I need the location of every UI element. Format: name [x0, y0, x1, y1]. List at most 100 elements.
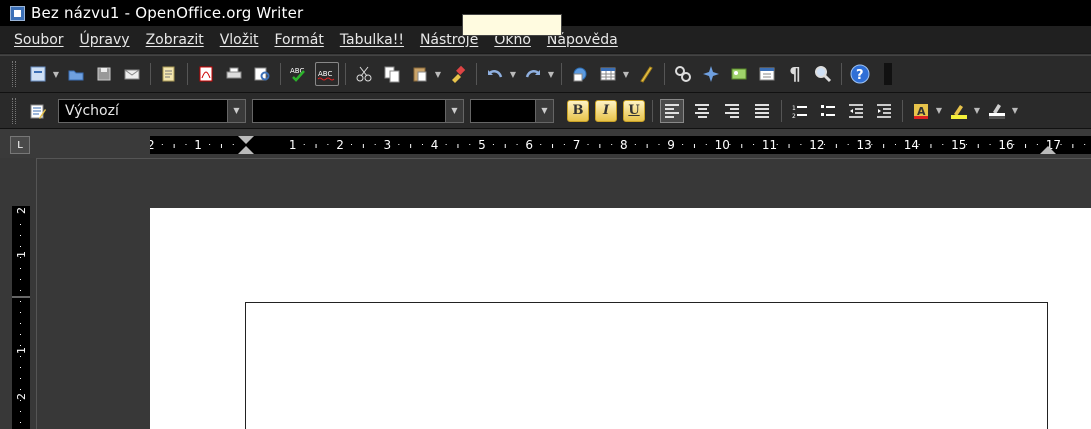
justify-icon: [755, 103, 769, 118]
ruler-tick: [327, 144, 329, 145]
ruler-tick: [788, 144, 790, 148]
ruler-tick-label: 2: [336, 138, 344, 152]
new-document-dropdown-icon[interactable]: ▼: [52, 62, 60, 86]
styles-formatting-icon[interactable]: [26, 99, 50, 123]
ruler-tick-label: 3: [384, 138, 392, 152]
bold-button[interactable]: B: [567, 99, 589, 122]
ruler-tick: [646, 144, 648, 148]
ruler-tick: [351, 144, 353, 145]
toolbar-separator: [781, 99, 782, 122]
writer-app-icon[interactable]: [10, 5, 25, 21]
ruler-tick: [362, 144, 364, 148]
find-replace-icon[interactable]: [671, 62, 695, 86]
paragraph-style-arrow-icon[interactable]: ▼: [227, 99, 245, 122]
menu-tabulka[interactable]: Tabulka!!: [332, 32, 412, 48]
menu-zobrazit[interactable]: Zobrazit: [138, 32, 212, 48]
gallery-icon[interactable]: [727, 62, 751, 86]
ruler-tick: [410, 144, 412, 148]
redo-dropdown-icon[interactable]: ▼: [547, 62, 555, 86]
menu-format[interactable]: Formát: [266, 32, 331, 48]
background-color-dropdown-icon[interactable]: ▼: [1011, 99, 1019, 123]
formatting-marks-icon[interactable]: ¶: [783, 62, 807, 86]
paragraph-style-combo[interactable]: Výchozí ▼: [58, 98, 246, 123]
table-dropdown-icon[interactable]: ▼: [622, 62, 630, 86]
paste-dropdown-icon[interactable]: ▼: [434, 62, 442, 86]
print-icon[interactable]: [222, 62, 246, 86]
navigator-icon[interactable]: [699, 62, 723, 86]
standard-toolbar: ▼ ABC ABC ▼ ▼ ▼ ▼ ¶ ?: [0, 55, 1091, 93]
clone-formatting-icon[interactable]: [446, 62, 470, 86]
edit-file-icon[interactable]: [157, 62, 181, 86]
cut-icon[interactable]: [352, 62, 376, 86]
ruler-tick: [445, 144, 447, 145]
align-left-button[interactable]: [660, 98, 684, 123]
menu-upravy[interactable]: Úpravy: [72, 32, 138, 48]
document-page[interactable]: [150, 208, 1091, 429]
toolbar-grip[interactable]: [12, 97, 16, 124]
align-center-button[interactable]: [690, 99, 714, 123]
font-color-icon[interactable]: A: [909, 99, 933, 123]
font-name-arrow-icon[interactable]: ▼: [445, 99, 463, 122]
menu-soubor[interactable]: Soubor: [6, 32, 72, 48]
tab-stop-selector[interactable]: L: [10, 136, 30, 154]
undo-dropdown-icon[interactable]: ▼: [509, 62, 517, 86]
new-document-icon[interactable]: [26, 62, 50, 86]
text-area-boundary[interactable]: [245, 302, 1048, 429]
ruler-tick: [705, 144, 707, 145]
decrease-indent-icon[interactable]: [844, 99, 868, 123]
undo-icon[interactable]: [483, 62, 507, 86]
email-document-icon[interactable]: [120, 62, 144, 86]
justify-button[interactable]: [750, 99, 774, 123]
print-preview-icon[interactable]: [250, 62, 274, 86]
ruler-tick: [942, 144, 944, 145]
align-right-button[interactable]: [720, 99, 744, 123]
menu-vlozit[interactable]: Vložit: [212, 32, 267, 48]
zoom-icon[interactable]: [811, 62, 835, 86]
ruler-row: L 2 1 1 2 3 4 5 6 7 8 9 10 11 12 13 14 15 16 17: [0, 130, 1091, 158]
vertical-ruler[interactable]: 2 1 1 2: [12, 206, 30, 429]
save-icon[interactable]: [92, 62, 116, 86]
ruler-tick: [20, 224, 21, 225]
ruler-tick: [658, 144, 660, 145]
formatting-toolbar: Výchozí ▼ ▼ ▼ B I U 12 A ▼ ▼ ▼: [0, 93, 1091, 129]
copy-icon[interactable]: [380, 62, 404, 86]
increase-indent-icon[interactable]: [872, 99, 896, 123]
highlighting-icon[interactable]: [947, 99, 971, 123]
ruler-tick: [20, 334, 21, 335]
numbering-on-off-icon[interactable]: 12: [788, 99, 812, 123]
italic-button[interactable]: I: [595, 99, 617, 122]
table-icon[interactable]: [596, 62, 620, 86]
font-name-combo[interactable]: ▼: [252, 98, 464, 123]
toolbar-separator: [345, 63, 346, 85]
highlighting-dropdown-icon[interactable]: ▼: [973, 99, 981, 123]
ruler-tick-label: 1: [15, 251, 28, 258]
hyperlink-icon[interactable]: [568, 62, 592, 86]
paste-icon[interactable]: [408, 62, 432, 86]
spellcheck-icon[interactable]: ABC: [287, 62, 311, 86]
ruler-tick: [611, 144, 613, 145]
underline-button[interactable]: U: [623, 99, 645, 122]
ruler-tick: [1084, 144, 1086, 145]
redo-icon[interactable]: [521, 62, 545, 86]
ruler-tick: [587, 144, 589, 145]
help-icon[interactable]: ?: [848, 62, 872, 86]
horizontal-ruler[interactable]: 2 1 1 2 3 4 5 6 7 8 9 10 11 12 13 14 15 16 17: [147, 136, 1091, 154]
ruler-tick: [741, 144, 743, 148]
export-pdf-icon[interactable]: [194, 62, 218, 86]
show-draw-functions-icon[interactable]: [634, 62, 658, 86]
background-color-icon[interactable]: [985, 99, 1009, 123]
toolbar-grip[interactable]: [12, 61, 16, 87]
open-folder-icon[interactable]: [64, 62, 88, 86]
font-size-combo[interactable]: ▼: [470, 98, 554, 123]
bullets-on-off-icon[interactable]: [816, 99, 840, 123]
auto-spellcheck-icon[interactable]: ABC: [315, 62, 339, 86]
font-size-arrow-icon[interactable]: ▼: [535, 99, 553, 122]
ruler-tick: [871, 144, 873, 145]
ruler-tick: [20, 268, 21, 269]
toolbar-separator: [841, 63, 842, 85]
toolbar-overflow-icon[interactable]: [876, 62, 900, 86]
data-sources-icon[interactable]: [755, 62, 779, 86]
font-color-dropdown-icon[interactable]: ▼: [935, 99, 943, 123]
ruler-tick-label: 1: [194, 138, 202, 152]
toolbar-separator: [150, 63, 151, 85]
